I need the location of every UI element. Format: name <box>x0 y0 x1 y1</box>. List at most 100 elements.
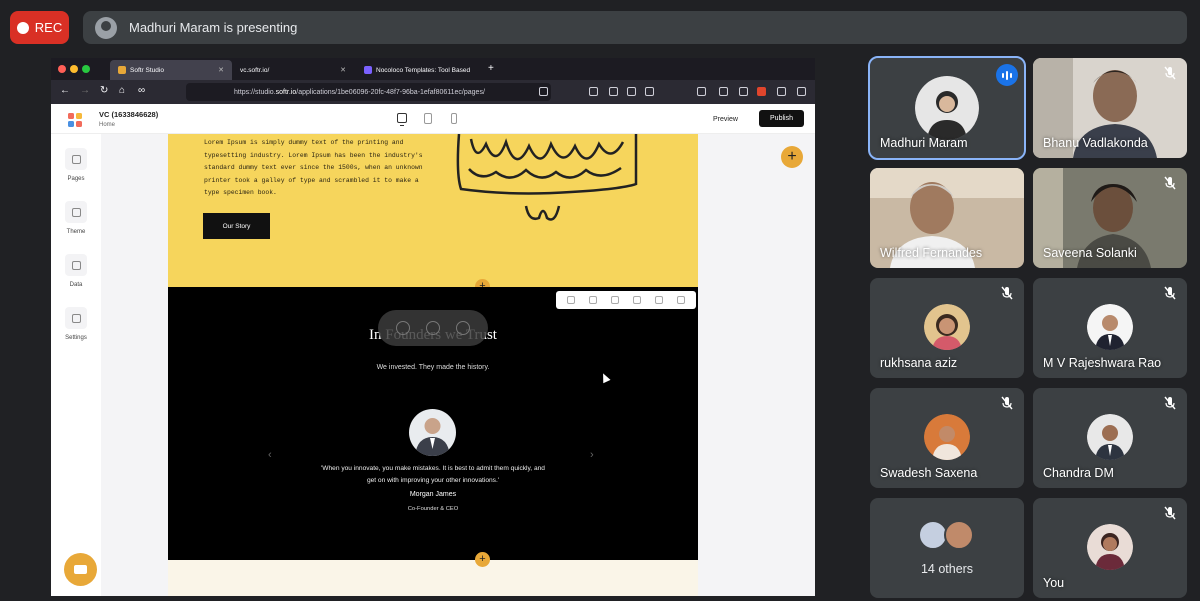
participant-tile[interactable]: Swadesh Saxena <box>870 388 1024 488</box>
softr-sidebar: Pages Theme Data Settings <box>51 134 101 596</box>
nocoloco-favicon-icon <box>364 66 372 74</box>
remove-icon[interactable] <box>456 321 470 335</box>
back-arrow-icon[interactable]: ← <box>60 85 70 96</box>
carousel-next-icon[interactable]: › <box>590 449 594 461</box>
toolbar-extension-icon[interactable] <box>589 87 598 96</box>
tab-title: Nocoloco Templates: Tool Based <box>376 66 471 74</box>
tablet-view-icon[interactable] <box>424 113 432 124</box>
maximize-window-icon[interactable] <box>82 65 90 73</box>
sidebar-item-settings[interactable]: Settings <box>51 307 101 341</box>
delete-icon[interactable] <box>567 296 575 304</box>
participant-tile[interactable]: Chandra DM <box>1033 388 1187 488</box>
sidebar-item-label: Settings <box>65 335 87 341</box>
participant-name: Wilfred Fernandes <box>880 246 983 260</box>
browser-tab-bar: Softr Studio ✕ vc.softr.io/ ✕ Nocoloco T… <box>51 58 815 80</box>
library-icon[interactable] <box>719 87 728 96</box>
carousel-prev-icon[interactable]: ‹ <box>268 449 272 461</box>
preview-button[interactable]: Preview <box>707 111 744 127</box>
url-field[interactable]: https://studio. softr.io/applications/1be… <box>186 83 551 101</box>
duplicate-icon[interactable] <box>633 296 641 304</box>
menu-icon[interactable] <box>797 87 806 96</box>
browser-tab-vc[interactable]: vc.softr.io/ ✕ <box>232 60 354 80</box>
hero-text: Lorem Ipsum is simply dummy text of the … <box>204 139 423 196</box>
bookmark-star-icon[interactable] <box>539 87 548 96</box>
participant-tile[interactable]: M V Rajeshwara Rao <box>1033 278 1187 378</box>
others-count: 14 others <box>920 562 974 576</box>
next-section[interactable] <box>168 560 698 596</box>
browser-tab-softr-studio[interactable]: Softr Studio ✕ <box>110 60 232 80</box>
sidebar-item-label: Pages <box>67 176 85 182</box>
testimonial-role: Co-Founder & CEO <box>407 506 459 512</box>
publish-button[interactable]: Publish <box>759 110 804 127</box>
mic-off-icon <box>1001 396 1013 410</box>
toolbar-extension-icon[interactable] <box>777 87 786 96</box>
testimonials-subtitle: We invested. They made the history. <box>376 364 490 371</box>
close-tab-icon[interactable]: ✕ <box>340 66 346 74</box>
add-section-icon[interactable]: + <box>475 552 490 567</box>
home-icon[interactable]: ⌂ <box>119 85 125 96</box>
browser-toolbar: ← → ↻ ⌂ ∞ https://studio. softr.io/applic… <box>51 80 815 104</box>
testimonial-avatar <box>409 409 456 456</box>
avatar <box>924 304 970 350</box>
participant-name: You <box>1043 576 1065 590</box>
forward-arrow-icon[interactable]: → <box>80 85 90 96</box>
hand-off-icon[interactable] <box>396 321 410 335</box>
move-down-icon[interactable] <box>589 296 597 304</box>
close-tab-icon[interactable]: ✕ <box>218 66 224 74</box>
new-tab-icon[interactable]: + <box>488 63 494 74</box>
browser-tab-nocoloco[interactable]: Nocoloco Templates: Tool Based <box>356 60 482 80</box>
add-block-button[interactable]: + <box>781 146 803 168</box>
participant-tile[interactable]: Wilfred Fernandes <box>870 168 1024 268</box>
self-tile[interactable]: You <box>1033 498 1187 598</box>
avatar <box>1087 524 1133 570</box>
sidebar-item-data[interactable]: Data <box>51 254 101 288</box>
mic-off-icon <box>1164 176 1176 190</box>
recording-label: REC <box>34 20 63 35</box>
theme-icon <box>65 201 87 223</box>
participant-name: M V Rajeshwara Rao <box>1043 356 1162 370</box>
current-page[interactable]: Home <box>99 122 115 128</box>
redo-icon[interactable] <box>655 296 663 304</box>
participant-tile[interactable]: Saveena Solanki <box>1033 168 1187 268</box>
meet-window: REC Madhuri Maram is presenting Softr St… <box>0 0 1200 601</box>
hero-section[interactable]: Lorem Ipsum is simply dummy text of the … <box>168 134 698 287</box>
sidebar-item-pages[interactable]: Pages <box>51 148 101 182</box>
tab-title: vc.softr.io/ <box>240 66 270 74</box>
toolbar-extension-icon[interactable] <box>627 87 636 96</box>
move-up-icon[interactable] <box>611 296 619 304</box>
avatar <box>924 414 970 460</box>
profile-extension-icon[interactable] <box>757 87 766 96</box>
app-title[interactable]: VC (1633846628) <box>99 110 158 119</box>
extension-icon[interactable]: ∞ <box>138 85 145 96</box>
desktop-view-icon[interactable] <box>397 113 407 126</box>
participant-name: Chandra DM <box>1043 466 1114 480</box>
toolbar-extension-icon[interactable] <box>645 87 654 96</box>
softr-logo[interactable] <box>68 113 82 127</box>
sketch-illustration <box>456 134 638 221</box>
mic-off-icon <box>1164 286 1176 300</box>
hide-icon[interactable] <box>677 296 685 304</box>
mute-icon[interactable] <box>426 321 440 335</box>
reload-icon[interactable]: ↻ <box>100 85 108 96</box>
participant-tile[interactable]: rukhsana aziz <box>870 278 1024 378</box>
recording-indicator[interactable]: REC <box>10 11 69 44</box>
participant-name: rukhsana aziz <box>880 356 958 370</box>
close-window-icon[interactable] <box>58 65 66 73</box>
sidebar-item-theme[interactable]: Theme <box>51 201 101 235</box>
url-prefix: https://studio. <box>234 88 276 96</box>
url-path: /applications/1be06096-20fc-48f7-96ba-1e… <box>296 88 485 96</box>
chat-support-button[interactable] <box>64 553 97 586</box>
tab-title: Softr Studio <box>130 66 164 74</box>
sidebar-toggle-icon[interactable] <box>739 87 748 96</box>
toolbar-extension-icon[interactable] <box>609 87 618 96</box>
our-story-button[interactable]: Our Story <box>203 213 270 239</box>
others-tile[interactable]: 14 others <box>870 498 1024 598</box>
pocket-icon[interactable] <box>697 87 706 96</box>
participant-tile[interactable]: Madhuri Maram <box>868 56 1026 160</box>
sidebar-item-label: Theme <box>66 229 86 235</box>
participant-name: Madhuri Maram <box>880 136 968 150</box>
participant-tile[interactable]: Bhanu Vadlakonda <box>1033 58 1187 158</box>
mobile-view-icon[interactable] <box>451 113 457 124</box>
minimize-window-icon[interactable] <box>70 65 78 73</box>
presenter-controls-overlay <box>378 310 488 346</box>
